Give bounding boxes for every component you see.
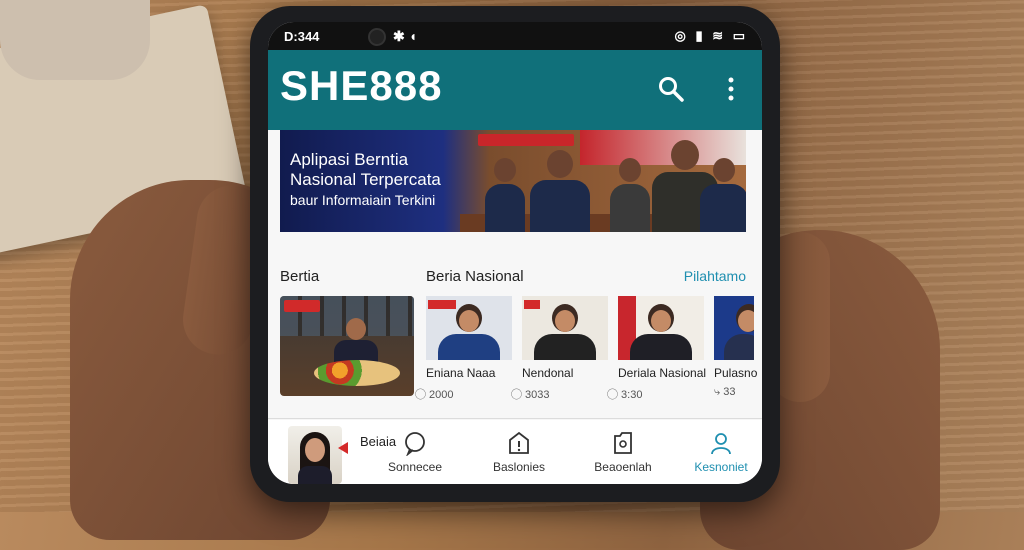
news-thumbnail xyxy=(618,296,704,360)
featured-news-card[interactable] xyxy=(280,296,414,396)
phone-screen: D:344 ✱ ◖ ◎ ▮ ≋ ▭ SHE888 Aplipasi Bernti… xyxy=(268,22,762,484)
news-red-tag xyxy=(284,300,320,312)
notice-icon xyxy=(509,431,529,454)
news-title: Pulasno xyxy=(714,366,758,380)
nav-label: Beaoenlah xyxy=(594,460,652,474)
front-camera xyxy=(368,28,386,46)
chat-bubble-icon xyxy=(405,432,425,456)
nav-label: Baslonies xyxy=(492,460,546,474)
news-title: Eniana Naaa xyxy=(426,366,496,380)
see-more-link[interactable]: Pilahtamo xyxy=(684,268,746,284)
nav-label: Kesnoniet xyxy=(694,460,748,474)
news-comment-count: ⃝ 3:30 xyxy=(618,389,643,401)
banner-line-3: baur Informaiain Terkini xyxy=(290,192,436,208)
banner-text: Aplipasi Berntia Nasional Terpercata bau… xyxy=(290,150,441,210)
news-thumbnail xyxy=(426,296,512,360)
banner-person xyxy=(610,158,650,232)
nav-item-sonnecee[interactable]: Sonnecee xyxy=(370,430,460,474)
banner-person xyxy=(530,150,590,232)
news-title: Deriala Nasional xyxy=(618,366,707,380)
news-thumbnail xyxy=(714,296,754,360)
nav-item-beaoenlah[interactable]: Beaoenlah xyxy=(578,430,668,474)
mug xyxy=(0,0,150,80)
profile-icon xyxy=(711,433,731,455)
section-title-nasional: Beria Nasional xyxy=(426,268,524,285)
status-icons-left: ✱ ◖ xyxy=(393,28,418,44)
banner-red-tag xyxy=(478,134,574,146)
play-triangle-icon xyxy=(338,442,348,454)
status-bar: D:344 ✱ ◖ ◎ ▮ ≋ ▭ xyxy=(268,22,762,50)
food-platter xyxy=(314,360,400,386)
news-comment-count: ⤷ 33 xyxy=(714,386,736,398)
news-card[interactable]: Eniana Naaa ⃝ 2000 xyxy=(426,296,512,402)
news-thumbnail xyxy=(522,296,608,360)
news-card[interactable]: Pulasno ⤷ 33 xyxy=(714,296,758,402)
news-comment-count: ⃝ 3033 xyxy=(522,389,550,401)
news-comment-count: ⃝ 2000 xyxy=(426,389,454,401)
more-vertical-icon[interactable] xyxy=(726,76,736,102)
bookmark-icon xyxy=(614,432,632,454)
news-red-tag xyxy=(524,300,540,309)
news-red-tag xyxy=(428,300,456,309)
status-icons-right: ◎ ▮ ≋ ▭ xyxy=(674,28,748,43)
nav-item-baslonies[interactable]: Baslonies xyxy=(474,430,564,474)
search-icon[interactable] xyxy=(658,76,684,102)
app-bar: SHE888 xyxy=(268,50,762,130)
app-title: SHE888 xyxy=(280,62,443,109)
hero-banner[interactable]: Aplipasi Berntia Nasional Terpercata bau… xyxy=(280,130,746,232)
nav-item-kesnoniet[interactable]: Kesnoniet xyxy=(676,430,762,474)
banner-person xyxy=(485,158,525,232)
presenter-thumbnail[interactable] xyxy=(288,426,342,484)
news-card[interactable]: Deriala Nasional ⃝ 3:30 xyxy=(618,296,707,402)
banner-line-2: Nasional Terpercata xyxy=(290,170,441,189)
status-time: D:344 xyxy=(284,29,320,44)
banner-person xyxy=(700,158,746,232)
banner-line-1: Aplipasi Berntia xyxy=(290,150,409,169)
section-title-berita: Bertia xyxy=(280,268,320,285)
nav-label: Sonnecee xyxy=(387,460,443,474)
news-card[interactable]: Nendonal ⃝ 3033 xyxy=(522,296,608,402)
divider xyxy=(268,418,762,419)
bottom-navigation: Beiaia Sonnecee Baslonies Beaoenlah Kesn… xyxy=(268,420,762,484)
news-title: Nendonal xyxy=(522,366,574,380)
